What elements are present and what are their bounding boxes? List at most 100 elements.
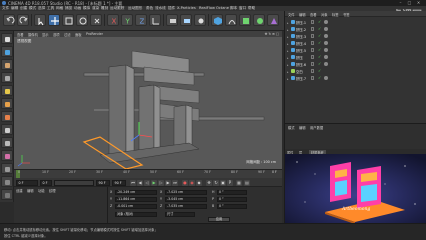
record-icon[interactable]: ● bbox=[182, 179, 188, 186]
enabled-check-icon[interactable]: ✓ bbox=[318, 47, 321, 52]
enabled-check-icon[interactable]: ✓ bbox=[318, 19, 321, 24]
object-row[interactable]: ▸ 空白 ✓ bbox=[285, 68, 426, 74]
scale-key-icon[interactable]: ▣ bbox=[220, 179, 226, 186]
menu-realflow[interactable]: RealFlow bbox=[199, 6, 215, 10]
object-row[interactable]: ▸ 挤压.2 ✓ bbox=[285, 26, 426, 32]
viewport-menu-prorender[interactable]: ProRender bbox=[86, 32, 103, 36]
array-icon[interactable] bbox=[253, 14, 265, 26]
go-to-end-icon[interactable]: ⏭ bbox=[172, 179, 178, 186]
enabled-check-icon[interactable]: ✓ bbox=[318, 33, 321, 38]
expand-icon[interactable]: ▸ bbox=[287, 49, 289, 53]
move-key-icon[interactable]: ✥ bbox=[206, 179, 212, 186]
phong-tag-icon[interactable] bbox=[324, 27, 328, 31]
coord-size2-field[interactable]: -7.035 cm bbox=[165, 203, 207, 209]
y-axis-lock-icon[interactable]: Y bbox=[121, 14, 133, 26]
visibility-icon[interactable] bbox=[311, 69, 314, 73]
undo-icon[interactable] bbox=[3, 14, 15, 26]
deformer-icon[interactable] bbox=[267, 14, 279, 26]
visibility-icon[interactable] bbox=[311, 76, 314, 80]
snap-icon[interactable] bbox=[1, 150, 13, 161]
object-menu-objects[interactable]: 对象 bbox=[321, 12, 328, 17]
redo-icon[interactable] bbox=[17, 14, 29, 26]
coord-rot-field[interactable]: 0 ° bbox=[217, 203, 247, 209]
texture-mode-icon[interactable] bbox=[1, 59, 13, 70]
object-menu-view[interactable]: 查看 bbox=[310, 12, 317, 17]
expand-icon[interactable]: ▸ bbox=[287, 63, 289, 67]
material-menu-texture[interactable]: 纹理 bbox=[49, 188, 56, 193]
object-row[interactable]: ▸ 挤压.7 ✓ bbox=[285, 75, 426, 81]
previous-key-icon[interactable]: ◀ bbox=[137, 179, 143, 186]
coord-rot-field[interactable]: 0 ° bbox=[217, 196, 247, 202]
render-picture-viewer-icon[interactable] bbox=[180, 14, 192, 26]
menu-octane[interactable]: Octane bbox=[216, 6, 229, 10]
object-row[interactable]: ▸ 挤压.3 ✓ bbox=[285, 33, 426, 39]
next-frame-icon[interactable]: ▷ bbox=[158, 179, 164, 186]
subdivision-icon[interactable] bbox=[239, 14, 251, 26]
viewport-navigation-icons[interactable]: ✥↻⊕□ bbox=[265, 32, 280, 36]
visibility-icon[interactable] bbox=[311, 27, 314, 31]
frame-range-slider[interactable] bbox=[54, 179, 94, 186]
enabled-check-icon[interactable]: ✓ bbox=[318, 75, 321, 80]
visibility-icon[interactable] bbox=[311, 55, 314, 59]
material-menu-edit[interactable]: 编辑 bbox=[27, 188, 34, 193]
tweak-mode-icon[interactable] bbox=[1, 137, 13, 148]
grid-key-icon[interactable]: ▦ bbox=[236, 179, 242, 186]
points-mode-icon[interactable] bbox=[1, 85, 13, 96]
planar-workplane-icon[interactable] bbox=[1, 176, 13, 187]
recent-tools-icon[interactable] bbox=[90, 14, 102, 26]
rotate-key-icon[interactable]: ↻ bbox=[213, 179, 219, 186]
frame-end-field[interactable]: 90 F bbox=[96, 179, 110, 186]
coord-size2-field[interactable]: -3.045 cm bbox=[165, 196, 207, 202]
material-menu-create[interactable]: 创建 bbox=[16, 188, 23, 193]
visibility-icon[interactable] bbox=[311, 41, 314, 45]
attribute-menu-mode[interactable]: 模式 bbox=[288, 125, 295, 130]
enabled-check-icon[interactable]: ✓ bbox=[318, 40, 321, 45]
material-menu-function[interactable]: 功能 bbox=[38, 188, 45, 193]
enabled-check-icon[interactable]: ✓ bbox=[318, 68, 321, 73]
visibility-icon[interactable] bbox=[311, 34, 314, 38]
object-row[interactable]: ▸ 挤压.6 ✓ bbox=[285, 61, 426, 67]
enabled-check-icon[interactable]: ✓ bbox=[318, 54, 321, 59]
object-row[interactable]: ▸ 挤压.5 ✓ bbox=[285, 47, 426, 53]
workplane-icon[interactable] bbox=[1, 72, 13, 83]
attribute-menu-edit[interactable]: 编辑 bbox=[299, 125, 306, 130]
scale-tool-icon[interactable] bbox=[62, 14, 74, 26]
phong-tag-icon[interactable] bbox=[324, 62, 328, 66]
phong-tag-icon[interactable] bbox=[324, 41, 328, 45]
phong-tag-icon[interactable] bbox=[324, 76, 328, 80]
object-row[interactable]: ▸ 挤压.1 ✓ bbox=[285, 19, 426, 25]
cube-icon[interactable] bbox=[211, 14, 223, 26]
render-settings-icon[interactable] bbox=[194, 14, 206, 26]
polygons-mode-icon[interactable] bbox=[1, 111, 13, 122]
phong-tag-icon[interactable] bbox=[324, 55, 328, 59]
frame-max-field[interactable]: 90 F bbox=[112, 179, 126, 186]
object-menu-tags[interactable]: 标签 bbox=[332, 12, 339, 17]
model-mode-icon[interactable] bbox=[1, 46, 13, 57]
timeline-ruler[interactable]: 0 10 F 20 F 30 F 40 F 50 F 60 F 70 F 80 … bbox=[14, 169, 282, 179]
menu-x-particles[interactable]: X-Particles bbox=[177, 6, 196, 10]
expand-icon[interactable]: ▸ bbox=[287, 35, 289, 39]
edges-mode-icon[interactable] bbox=[1, 98, 13, 109]
previous-frame-icon[interactable]: ◁ bbox=[144, 179, 150, 186]
coordinate-system-icon[interactable] bbox=[149, 14, 161, 26]
coord-size2-field[interactable]: -7.025 cm bbox=[165, 189, 207, 195]
object-row[interactable]: ▸ 挤压.4 ✓ bbox=[285, 40, 426, 46]
apply-button[interactable]: 应用 bbox=[208, 217, 230, 222]
param-key-icon[interactable]: P bbox=[227, 179, 233, 186]
expand-icon[interactable]: ▸ bbox=[287, 21, 289, 25]
object-row[interactable]: ▸ 挤压 ✓ bbox=[285, 54, 426, 60]
timeline-window-icon[interactable]: ▤ bbox=[244, 179, 250, 186]
pen-spline-icon[interactable] bbox=[225, 14, 237, 26]
autokey-icon[interactable]: ◉ bbox=[189, 179, 195, 186]
expand-icon[interactable]: ▸ bbox=[287, 77, 289, 81]
visibility-icon[interactable] bbox=[311, 48, 314, 52]
visibility-icon[interactable] bbox=[311, 62, 314, 66]
expand-icon[interactable]: ▸ bbox=[287, 28, 289, 32]
perspective-viewport[interactable]: 查看 摄像机 显示 选项 过滤 面板 ProRender ✥↻⊕□ 透视视图 网… bbox=[14, 31, 282, 169]
coord-mode-dropdown[interactable]: 对象 (相对) bbox=[115, 211, 157, 217]
keyframe-selection-icon[interactable]: ◆ bbox=[196, 179, 202, 186]
phong-tag-icon[interactable] bbox=[324, 48, 328, 52]
phong-tag-icon[interactable] bbox=[324, 34, 328, 38]
x-axis-lock-icon[interactable]: X bbox=[107, 14, 119, 26]
attribute-menu-userdata[interactable]: 用户数据 bbox=[310, 125, 323, 130]
